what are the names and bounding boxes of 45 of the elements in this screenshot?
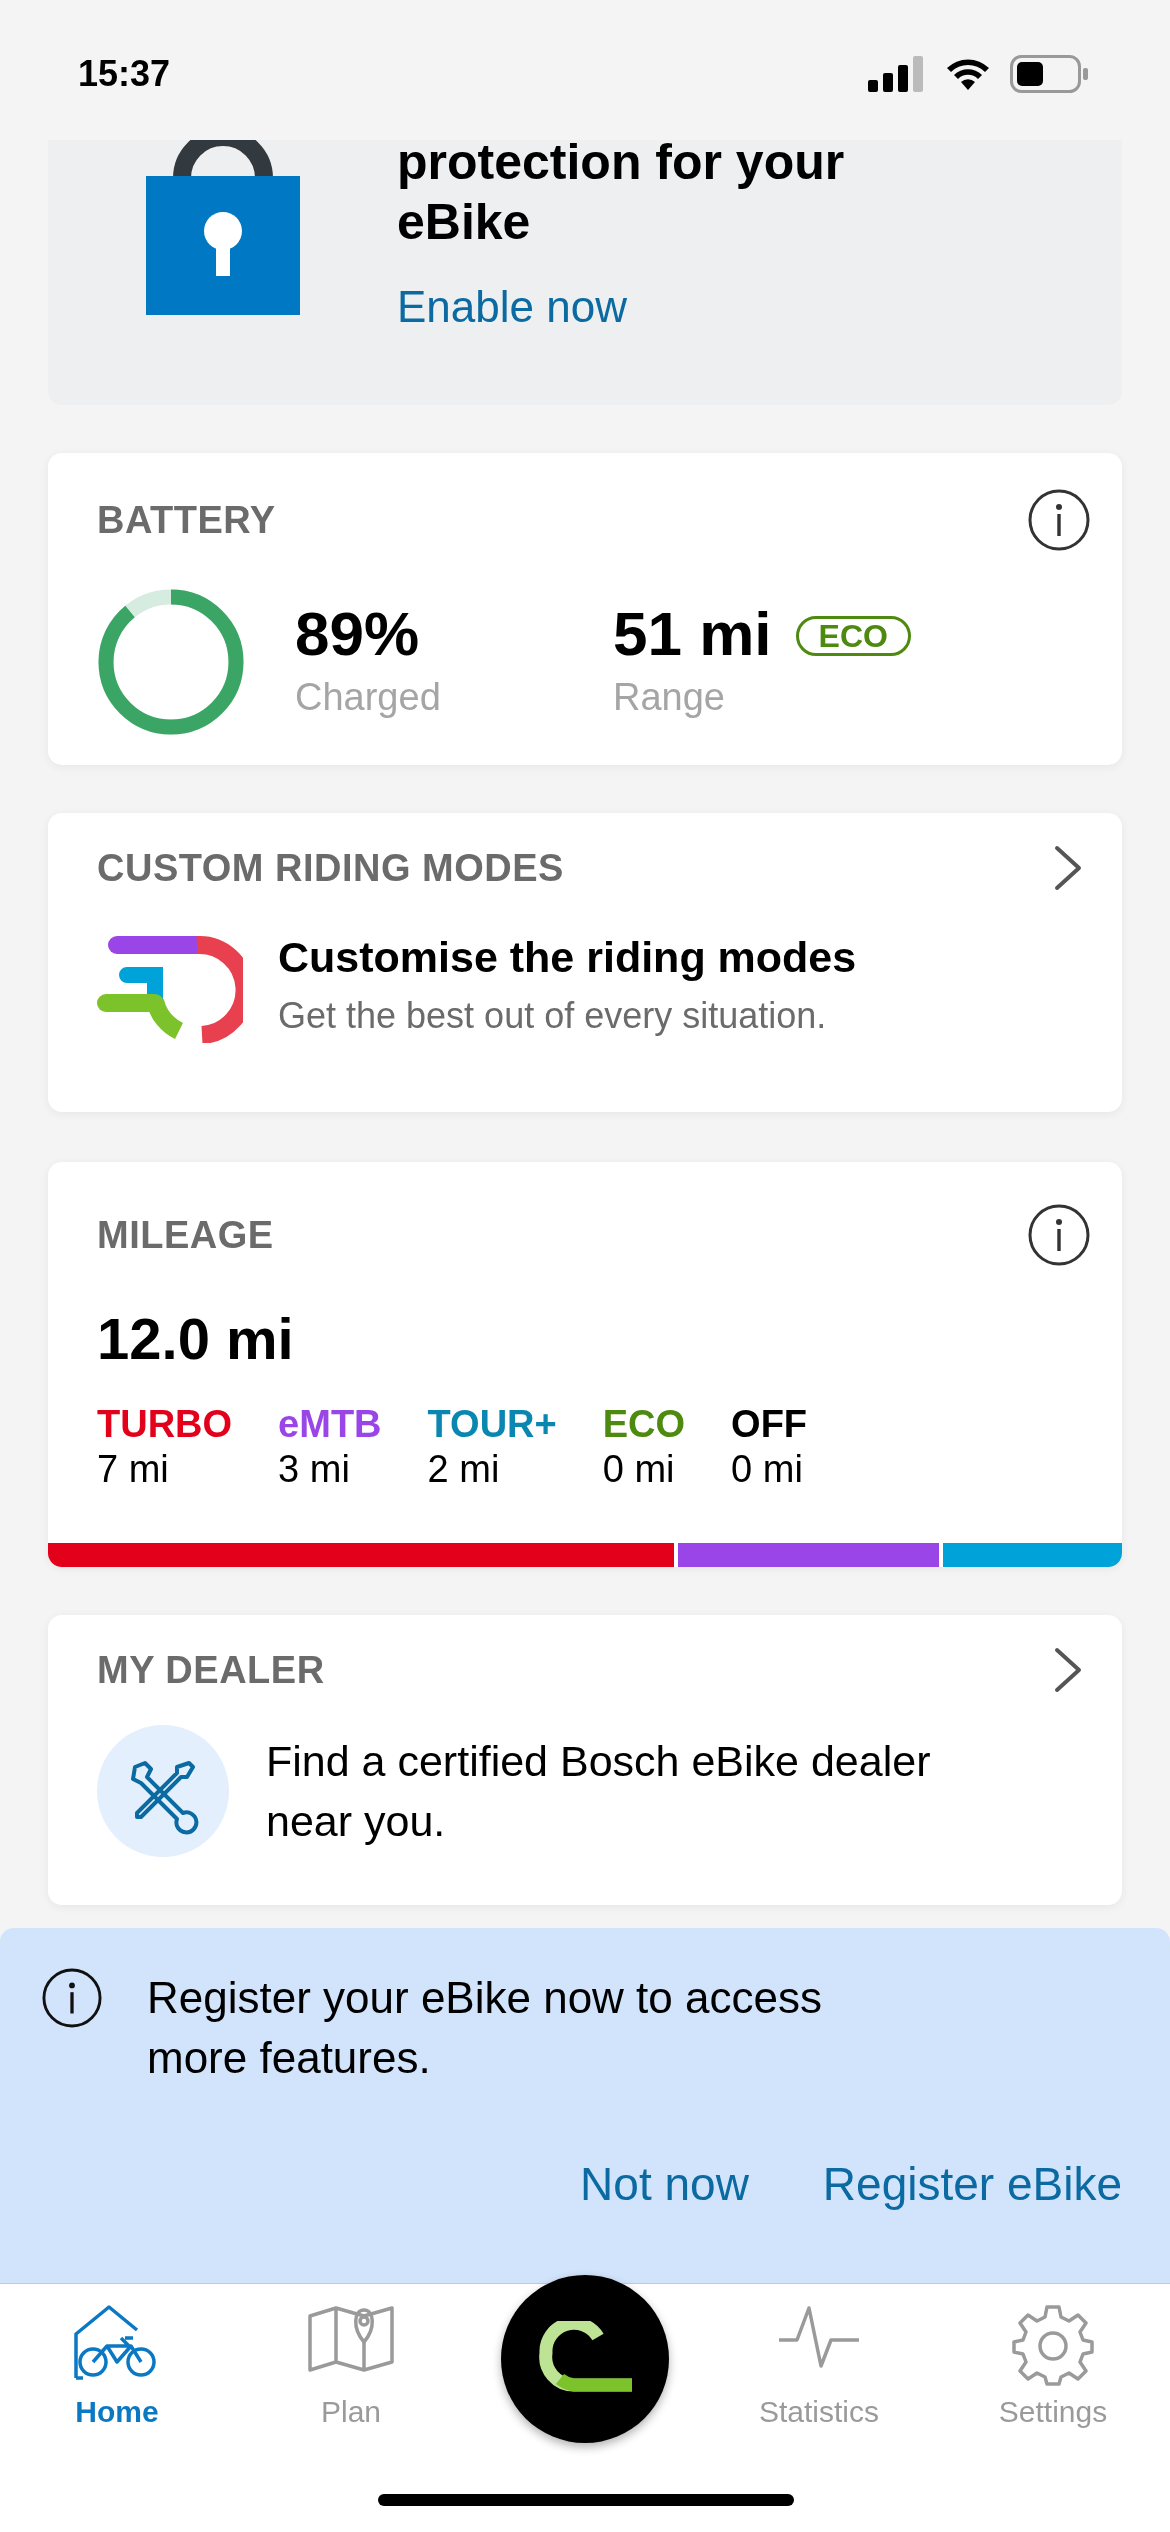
status-time: 15:37: [78, 52, 171, 96]
info-icon[interactable]: [1028, 489, 1090, 551]
lock-icon: [145, 140, 300, 315]
battery-icon: [1010, 55, 1090, 93]
dealer-text: Find a certified Bosch eBike dealer near you.: [266, 1736, 932, 1847]
mode-distance: 3 mi: [278, 1447, 351, 1492]
promo-title: protection for your eBike: [397, 140, 846, 252]
enable-now-link[interactable]: Enable now: [397, 274, 917, 340]
mode-badge: ECO: [795, 615, 911, 656]
banner-message: Register your eBike now to access more features.: [147, 1972, 823, 2084]
info-icon[interactable]: [1028, 1204, 1090, 1266]
section-title: CUSTOM RIDING MODES: [97, 845, 564, 891]
tab-item[interactable]: Settings: [998, 2304, 1108, 2434]
section-title: MY DEALER: [97, 1647, 325, 1693]
mode-name: TURBO: [97, 1402, 233, 1446]
chevron-right-icon[interactable]: [1053, 845, 1083, 891]
map-pin-icon: [308, 2304, 394, 2374]
pulse-icon: [777, 2304, 861, 2368]
tools-icon: [97, 1725, 229, 1857]
mode-distance: 7 mi: [97, 1447, 170, 1492]
banner-button[interactable]: Not now: [580, 2150, 749, 2219]
mode-name: eMTB: [278, 1402, 382, 1446]
mode-name: OFF: [731, 1402, 808, 1446]
range-label: Range: [613, 674, 726, 720]
tab-item[interactable]: Home: [73, 2304, 161, 2434]
mode-distance: 0 mi: [731, 1447, 804, 1492]
mode-distance: 2 mi: [427, 1447, 501, 1492]
tab-item[interactable]: Statistics: [759, 2304, 879, 2434]
chevron-right-icon[interactable]: [1053, 1647, 1083, 1693]
mileage-total: 12.0 mi: [97, 1305, 295, 1373]
charge-label: Charged: [295, 674, 442, 720]
signal-icon: [868, 56, 926, 92]
settings-icon: [1012, 2304, 1094, 2386]
banner-button[interactable]: Register eBike: [822, 2150, 1122, 2219]
mode-distance: 0 mi: [602, 1447, 676, 1492]
info-icon: [42, 1968, 102, 2028]
tab-item[interactable]: Plan: [308, 2304, 394, 2434]
riding-modes-subtitle: Get the best out of every situation.: [278, 994, 828, 1038]
mode-name: TOUR+: [427, 1402, 557, 1446]
section-title: BATTERY: [97, 497, 276, 543]
riding-modes-heading: Customise the riding modes: [278, 932, 857, 983]
charge-value: 89%: [295, 598, 421, 669]
mode-name: ECO: [602, 1402, 686, 1446]
section-title: MILEAGE: [97, 1212, 274, 1258]
range-value: 51 mi: [613, 598, 772, 669]
